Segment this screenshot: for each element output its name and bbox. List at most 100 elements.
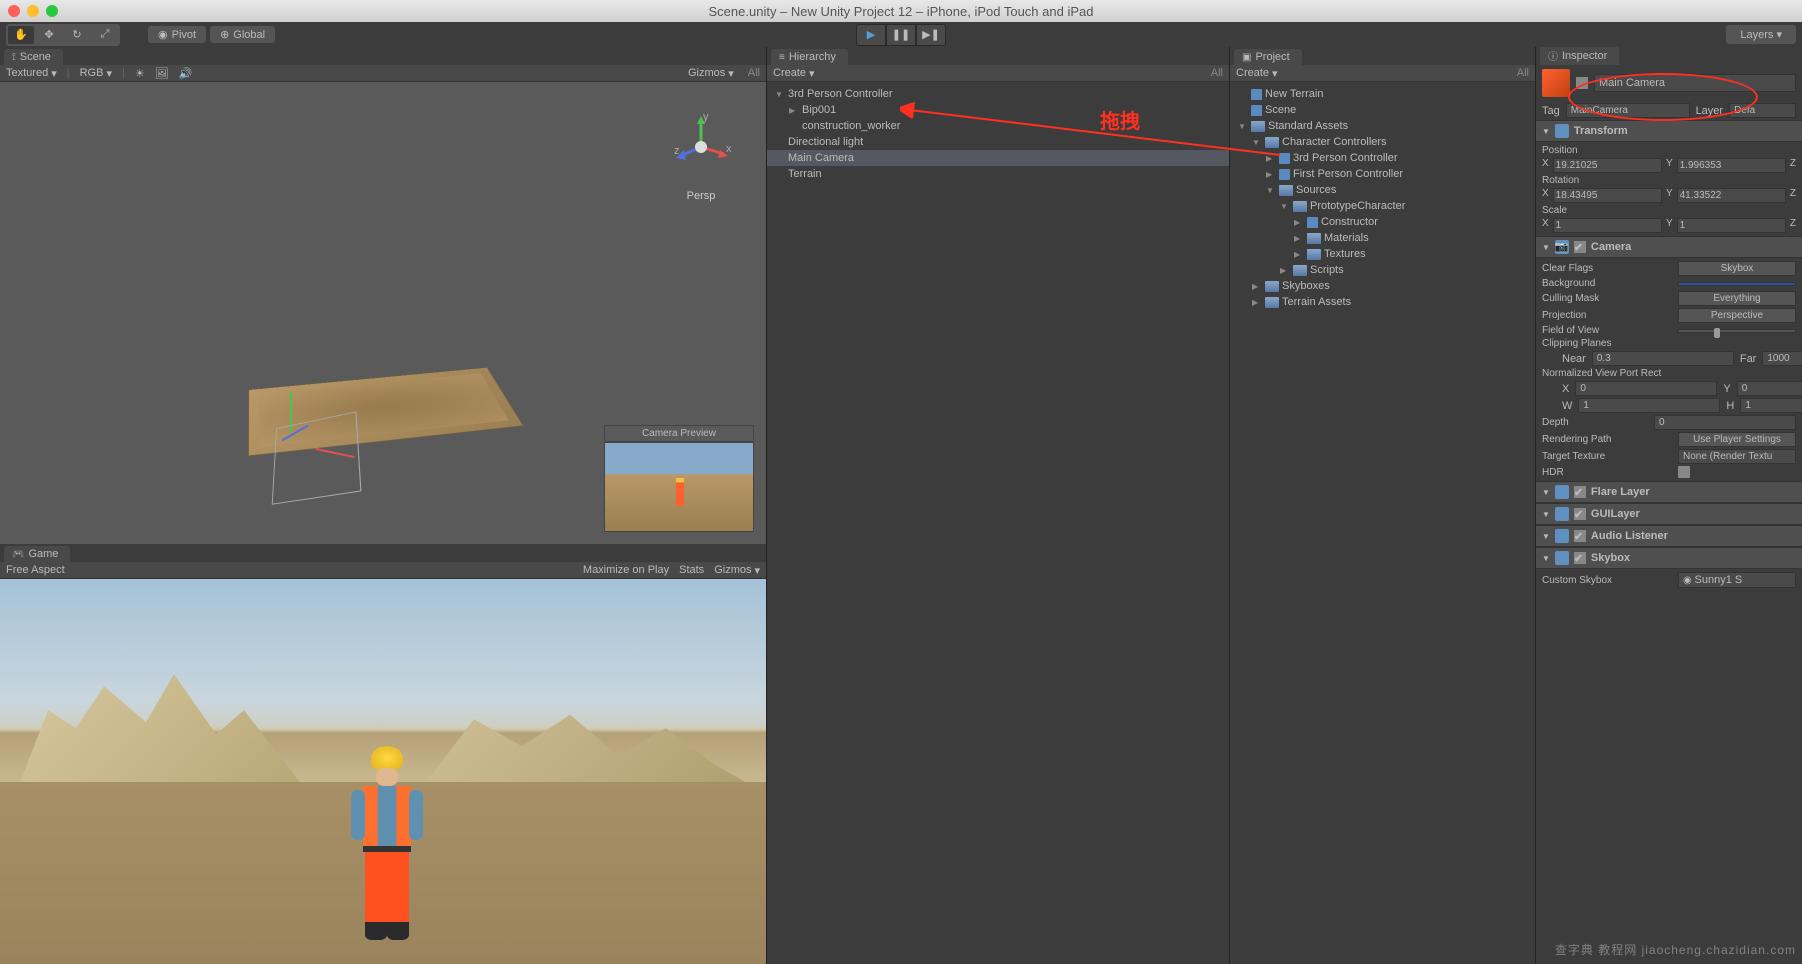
vp-y-field[interactable] <box>1737 381 1802 396</box>
rot-x-field[interactable] <box>1553 188 1662 203</box>
rot-y-field[interactable] <box>1677 188 1786 203</box>
watermark: 查字典 教程网 jiaocheng.chazidian.com <box>1555 941 1796 958</box>
fov-slider[interactable] <box>1678 329 1796 333</box>
projection-dropdown[interactable]: Perspective <box>1678 308 1796 323</box>
scale-x-field[interactable] <box>1553 218 1662 233</box>
flare-layer-header[interactable]: ▼✔Flare Layer <box>1536 481 1802 503</box>
hierarchy-item[interactable]: Main Camera <box>767 150 1229 166</box>
hierarchy-item[interactable]: construction_worker <box>767 118 1229 134</box>
pivot-toggle[interactable]: ◉ Pivot <box>148 26 206 43</box>
move-tool[interactable]: ✥ <box>36 26 62 44</box>
depth-label: Depth <box>1542 417 1648 428</box>
project-item[interactable]: ▶3rd Person Controller <box>1230 150 1535 166</box>
hierarchy-item[interactable]: Directional light <box>767 134 1229 150</box>
maximize-toggle[interactable]: Maximize on Play <box>583 564 669 576</box>
scene-view[interactable]: y x z Persp Camera Preview <box>0 82 766 544</box>
hierarchy-tab[interactable]: ≡Hierarchy <box>771 49 848 65</box>
step-button[interactable]: ▶❚ <box>916 24 946 46</box>
scene-search[interactable]: All <box>748 67 760 79</box>
hand-tool[interactable]: ✋ <box>8 26 34 44</box>
project-item[interactable]: ▶Materials <box>1230 230 1535 246</box>
project-create-dropdown[interactable]: Create ▾ <box>1236 67 1278 80</box>
tag-label: Tag <box>1542 105 1560 117</box>
project-item[interactable]: Scene <box>1230 102 1535 118</box>
project-item[interactable]: ▶First Person Controller <box>1230 166 1535 182</box>
gizmos-dropdown[interactable]: Gizmos ▾ <box>688 67 734 80</box>
orientation-gizmo[interactable]: y x z Persp <box>666 112 736 202</box>
project-item[interactable]: ▶Scripts <box>1230 262 1535 278</box>
inspector-tab[interactable]: ⓘInspector <box>1540 47 1619 65</box>
skybox-material-field[interactable]: ◉ Sunny1 S <box>1678 572 1796 588</box>
target-texture-field[interactable]: None (Render Textu <box>1678 449 1796 464</box>
project-search[interactable]: All <box>1517 67 1529 79</box>
tag-dropdown[interactable]: MainCamera <box>1566 103 1690 118</box>
scale-label: Scale <box>1542 205 1672 216</box>
project-item[interactable]: ▼Character Controllers <box>1230 134 1535 150</box>
audio-listener-header[interactable]: ▼✔Audio Listener <box>1536 525 1802 547</box>
far-field[interactable] <box>1762 351 1802 366</box>
near-field[interactable] <box>1592 351 1734 366</box>
inspector-icon: ⓘ <box>1548 48 1558 63</box>
pause-button[interactable]: ❚❚ <box>886 24 916 46</box>
project-item[interactable]: ▼PrototypeCharacter <box>1230 198 1535 214</box>
transform-header[interactable]: ▼Transform <box>1536 120 1802 142</box>
stats-toggle[interactable]: Stats <box>679 564 704 576</box>
player-character <box>352 746 422 946</box>
scene-toolbar: Textured ▾ RGB ▾ ☀ 🖼 🔊 Gizmos ▾ All <box>0 65 766 82</box>
hierarchy-item[interactable]: Terrain <box>767 166 1229 182</box>
hierarchy-item[interactable]: ▼3rd Person Controller <box>767 86 1229 102</box>
project-item[interactable]: ▼Standard Assets <box>1230 118 1535 134</box>
maximize-button[interactable] <box>46 5 58 17</box>
project-item[interactable]: ▶Textures <box>1230 246 1535 262</box>
camera-preview: Camera Preview <box>604 425 754 532</box>
color-mode-dropdown[interactable]: RGB ▾ <box>80 67 112 80</box>
project-item[interactable]: New Terrain <box>1230 86 1535 102</box>
play-button[interactable]: ▶ <box>856 24 886 46</box>
background-color-field[interactable] <box>1678 282 1796 286</box>
clear-flags-dropdown[interactable]: Skybox <box>1678 261 1796 276</box>
close-button[interactable] <box>8 5 20 17</box>
global-toggle[interactable]: ⊕ Global <box>210 26 275 43</box>
active-checkbox[interactable] <box>1576 77 1588 89</box>
game-gizmos-dropdown[interactable]: Gizmos ▾ <box>714 564 760 577</box>
hierarchy-item[interactable]: ▶Bip001 <box>767 102 1229 118</box>
project-item[interactable]: ▶Terrain Assets <box>1230 294 1535 310</box>
light-toggle[interactable]: ☀ <box>135 67 145 80</box>
pos-y-field[interactable] <box>1677 158 1786 173</box>
persp-label[interactable]: Persp <box>687 190 716 202</box>
fx-toggle[interactable]: 🔊 <box>179 67 193 80</box>
scene-tab[interactable]: ⟟Scene <box>4 49 63 65</box>
project-item[interactable]: ▶Constructor <box>1230 214 1535 230</box>
rendering-path-dropdown[interactable]: Use Player Settings <box>1678 432 1796 447</box>
layers-dropdown[interactable]: Layers ▾ <box>1726 25 1796 44</box>
culling-dropdown[interactable]: Everything <box>1678 291 1796 306</box>
object-name-field[interactable]: Main Camera <box>1594 74 1796 92</box>
vp-w-field[interactable] <box>1578 398 1720 413</box>
skybox-header[interactable]: ▼✔Skybox <box>1536 547 1802 569</box>
project-item[interactable]: ▼Sources <box>1230 182 1535 198</box>
project-tab[interactable]: ▣Project <box>1234 49 1302 65</box>
aspect-dropdown[interactable]: Free Aspect <box>6 564 65 576</box>
game-tab[interactable]: 🎮Game <box>4 546 70 562</box>
vp-x-field[interactable] <box>1575 381 1717 396</box>
project-icon: ▣ <box>1242 52 1251 63</box>
depth-field[interactable] <box>1654 415 1796 430</box>
audio-toggle[interactable]: 🖼 <box>155 67 169 80</box>
vp-h-field[interactable] <box>1740 398 1802 413</box>
background-label: Background <box>1542 278 1672 289</box>
layer-dropdown[interactable]: Defa <box>1729 103 1796 118</box>
hierarchy-create-dropdown[interactable]: Create ▾ <box>773 67 815 80</box>
camera-enabled-checkbox[interactable]: ✔ <box>1574 241 1586 253</box>
camera-header[interactable]: ▼📷✔Camera <box>1536 236 1802 258</box>
rotate-tool[interactable]: ↻ <box>64 26 90 44</box>
project-item[interactable]: ▶Skyboxes <box>1230 278 1535 294</box>
scale-y-field[interactable] <box>1677 218 1786 233</box>
pos-x-field[interactable] <box>1553 158 1662 173</box>
scene-tab-header: ⟟Scene <box>0 47 766 65</box>
guilayer-header[interactable]: ▼✔GUILayer <box>1536 503 1802 525</box>
render-mode-dropdown[interactable]: Textured ▾ <box>6 67 57 80</box>
scale-tool[interactable]: ⤢ <box>92 26 118 44</box>
hdr-checkbox[interactable] <box>1678 466 1690 478</box>
minimize-button[interactable] <box>27 5 39 17</box>
hierarchy-search[interactable]: All <box>1211 67 1223 79</box>
